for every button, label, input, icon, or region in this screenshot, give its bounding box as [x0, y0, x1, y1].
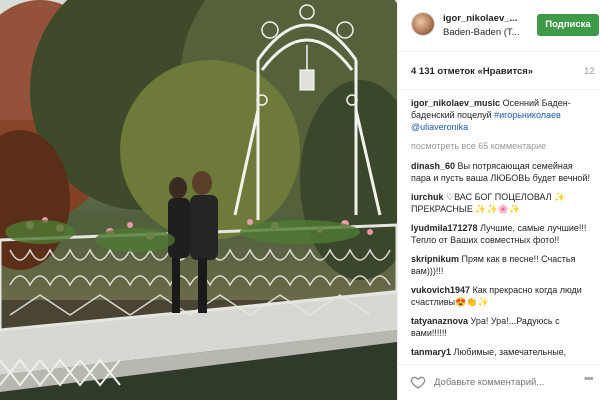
photo-scene: [0, 0, 397, 400]
comments-list: igor_nikolaev_music Осенний Баден-баденс…: [411, 97, 595, 365]
post-sidebar: igor_nikolaev_... Baden-Baden (T... Подп…: [397, 0, 600, 400]
list-item: tatyanaznova Ура! Ура!...Радуюсь с вами!…: [411, 315, 595, 339]
comment-username[interactable]: skripnikum: [411, 254, 459, 264]
likes-row: 4 131 отметок «Нравится» 12: [398, 52, 600, 90]
post-photo[interactable]: [0, 0, 397, 400]
list-item: iurchuk ♡ВАС БОГ ПОЦЕЛОВАЛ ✨ ПРЕКРАСНЫЕ …: [411, 191, 595, 215]
post-header: igor_nikolaev_... Baden-Baden (T... Подп…: [398, 0, 600, 52]
list-item: vukovich1947 Как прекрасно когда люди сч…: [411, 284, 595, 308]
caption-hashtag[interactable]: #игорьниколаев: [494, 110, 561, 120]
list-item: lyudmila171278 Лучшие, самые лучшие!!! Т…: [411, 222, 595, 246]
comment-username[interactable]: tanmary1: [411, 347, 451, 357]
list-item: dinash_60 Вы потрясающая семейная пара и…: [411, 160, 595, 184]
caption-mention[interactable]: @uliaveronika: [411, 122, 468, 132]
location-link[interactable]: Baden-Baden (T...: [443, 27, 520, 38]
comment-footer: •••: [398, 364, 600, 400]
list-item: tanmary1 Любимые, замечательные,: [411, 346, 595, 358]
avatar[interactable]: [411, 12, 435, 36]
comment-username[interactable]: tatyanaznova: [411, 316, 468, 326]
heart-outline-icon[interactable]: [410, 374, 426, 390]
list-item: skripnikum Прям как в песне!! Счастья ва…: [411, 253, 595, 277]
caption-username[interactable]: igor_nikolaev_music: [411, 98, 500, 108]
likes-count[interactable]: 4 131 отметок «Нравится»: [411, 66, 533, 77]
username-link[interactable]: igor_nikolaev_...: [443, 13, 517, 24]
view-all-comments-link[interactable]: посмотреть все 65 комментарие: [411, 140, 595, 152]
add-comment-input[interactable]: [434, 374, 574, 390]
more-options-icon[interactable]: •••: [584, 373, 594, 385]
comment-username[interactable]: iurchuk: [411, 192, 444, 202]
comment-username[interactable]: dinash_60: [411, 161, 455, 171]
comment-text: Любимые, замечательные,: [453, 347, 567, 357]
comment-username[interactable]: lyudmila171278: [411, 223, 478, 233]
post-time: 12: [584, 66, 595, 77]
caption: igor_nikolaev_music Осенний Баден-баденс…: [411, 97, 595, 133]
comment-username[interactable]: vukovich1947: [411, 285, 470, 295]
follow-button[interactable]: Подписка: [537, 14, 599, 36]
